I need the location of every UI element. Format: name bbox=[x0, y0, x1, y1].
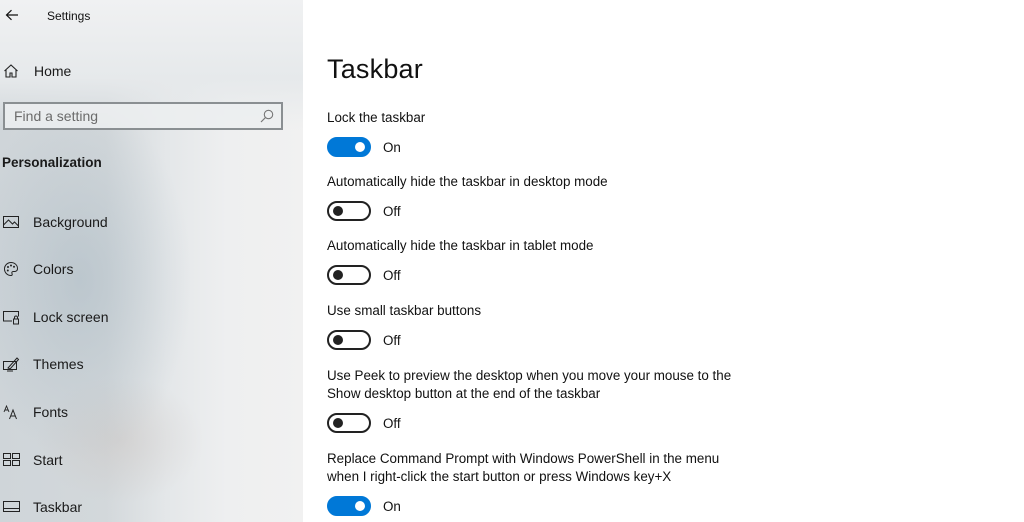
toggle-knob bbox=[333, 206, 343, 216]
setting-autohide-tablet: Automatically hide the taskbar in tablet… bbox=[327, 237, 827, 285]
sidebar-item-themes[interactable]: Themes bbox=[0, 349, 303, 379]
autohide-tablet-toggle[interactable] bbox=[327, 265, 371, 285]
lock-screen-icon bbox=[2, 308, 20, 326]
search-icon[interactable] bbox=[259, 108, 275, 124]
sidebar-item-label: Home bbox=[34, 63, 72, 79]
fonts-icon bbox=[2, 403, 20, 421]
setting-lock-taskbar: Lock the taskbar On bbox=[327, 109, 827, 157]
setting-powershell: Replace Command Prompt with Windows Powe… bbox=[327, 450, 827, 516]
sidebar-item-taskbar[interactable]: Taskbar bbox=[0, 492, 303, 522]
picture-icon bbox=[2, 213, 20, 231]
toggle-knob bbox=[333, 270, 343, 280]
search-box[interactable] bbox=[3, 102, 283, 130]
themes-brush-icon bbox=[2, 355, 20, 373]
sidebar-item-label: Fonts bbox=[33, 404, 69, 420]
section-title: Personalization bbox=[2, 155, 102, 170]
setting-label: Use Peek to preview the desktop when you… bbox=[327, 368, 732, 401]
toggle-state: On bbox=[383, 139, 401, 155]
toggle-knob bbox=[333, 335, 343, 345]
search-input[interactable] bbox=[5, 104, 254, 128]
sidebar-item-label: Colors bbox=[33, 261, 74, 277]
home-icon bbox=[2, 62, 20, 80]
toggle-state: Off bbox=[383, 415, 401, 431]
toggle-knob bbox=[333, 418, 343, 428]
toggle-state: Off bbox=[383, 203, 401, 219]
toggle-knob bbox=[355, 501, 365, 511]
taskbar-icon bbox=[2, 498, 20, 516]
sidebar-item-lock-screen[interactable]: Lock screen bbox=[0, 302, 303, 332]
setting-label: Use small taskbar buttons bbox=[327, 303, 482, 318]
setting-label: Automatically hide the taskbar in tablet… bbox=[327, 238, 594, 253]
setting-peek: Use Peek to preview the desktop when you… bbox=[327, 367, 827, 433]
setting-label: Lock the taskbar bbox=[327, 110, 426, 125]
peek-toggle[interactable] bbox=[327, 413, 371, 433]
sidebar-item-fonts[interactable]: Fonts bbox=[0, 397, 303, 427]
palette-icon bbox=[2, 260, 20, 278]
sidebar-item-label: Lock screen bbox=[33, 309, 109, 325]
lock-taskbar-toggle[interactable] bbox=[327, 137, 371, 157]
page-title: Taskbar bbox=[327, 54, 423, 84]
sidebar-item-colors[interactable]: Colors bbox=[0, 254, 303, 284]
start-tiles-icon bbox=[2, 451, 20, 469]
sidebar-item-label: Taskbar bbox=[33, 499, 83, 515]
back-button[interactable] bbox=[2, 4, 22, 26]
setting-label: Automatically hide the taskbar in deskto… bbox=[327, 174, 608, 189]
title-bar: Settings bbox=[0, 0, 303, 32]
sidebar-item-label: Background bbox=[33, 214, 108, 230]
settings-window: Settings Home Personalization bbox=[0, 0, 1024, 522]
sidebar-item-label: Themes bbox=[33, 356, 84, 372]
sidebar: Settings Home Personalization bbox=[0, 0, 303, 522]
sidebar-item-home[interactable]: Home bbox=[0, 56, 303, 86]
toggle-state: Off bbox=[383, 267, 401, 283]
sidebar-item-label: Start bbox=[33, 452, 63, 468]
setting-label: Replace Command Prompt with Windows Powe… bbox=[327, 451, 720, 484]
toggle-state: Off bbox=[383, 332, 401, 348]
setting-small-buttons: Use small taskbar buttons Off bbox=[327, 302, 827, 350]
autohide-desktop-toggle[interactable] bbox=[327, 201, 371, 221]
powershell-toggle[interactable] bbox=[327, 496, 371, 516]
back-arrow-icon bbox=[5, 9, 18, 21]
setting-autohide-desktop: Automatically hide the taskbar in deskto… bbox=[327, 173, 827, 221]
toggle-state: On bbox=[383, 498, 401, 514]
sidebar-item-start[interactable]: Start bbox=[0, 445, 303, 475]
main-content: Taskbar Lock the taskbar On Automaticall… bbox=[303, 0, 1024, 522]
toggle-knob bbox=[355, 142, 365, 152]
app-title: Settings bbox=[47, 9, 91, 23]
sidebar-item-background[interactable]: Background bbox=[0, 207, 303, 237]
small-buttons-toggle[interactable] bbox=[327, 330, 371, 350]
